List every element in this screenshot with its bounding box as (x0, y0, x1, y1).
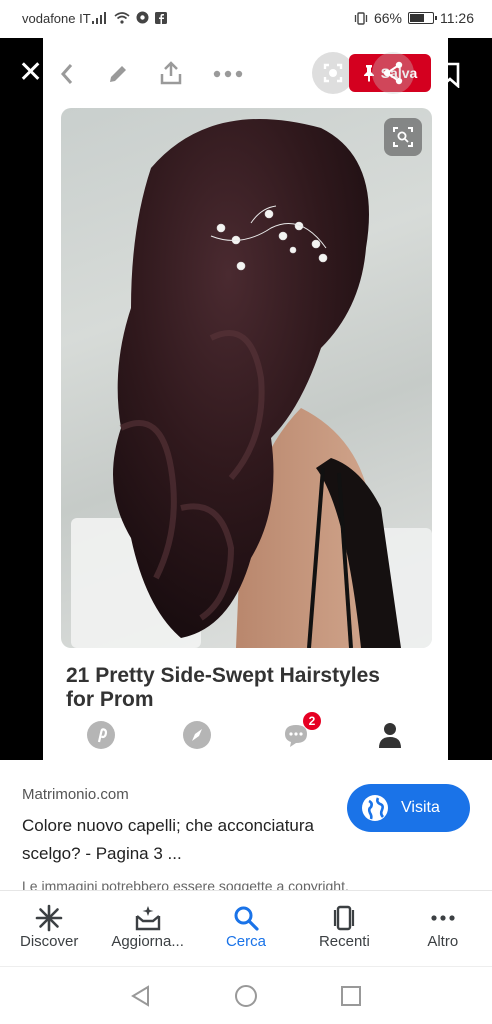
image-viewer: ✕ Salva 21 Pretty Side-Swept Hairstyles … (0, 38, 492, 760)
status-icons (92, 11, 167, 24)
system-home-icon[interactable] (234, 984, 258, 1008)
edit-icon (110, 66, 126, 82)
more-icon (431, 915, 455, 921)
nav-more[interactable]: Altro (394, 891, 492, 966)
recent-icon (334, 905, 355, 931)
notification-badge: 2 (303, 712, 321, 730)
result-description[interactable]: Colore nuovo capelli; che acconciatura s… (22, 812, 342, 868)
facebook-icon (155, 11, 167, 24)
wifi-icon (114, 11, 130, 24)
system-recents-icon[interactable] (340, 985, 362, 1007)
clock: 11:26 (440, 10, 474, 26)
signal-icon (92, 11, 106, 24)
share-icon (383, 61, 403, 85)
globe-icon (362, 795, 388, 821)
nav-search[interactable]: Cerca (197, 891, 295, 966)
system-nav-bar (0, 966, 492, 1024)
more-options-icon (213, 70, 243, 78)
visual-search-button[interactable] (384, 118, 422, 156)
status-right: 66% 11:26 (354, 10, 474, 26)
search-icon (234, 906, 259, 931)
app-notification-icon (136, 11, 149, 24)
nav-search-label: Cerca (225, 933, 266, 950)
system-back-icon[interactable] (130, 985, 152, 1007)
nav-updates[interactable]: Aggiorna... (98, 891, 196, 966)
lens-icon (323, 63, 343, 83)
share-button[interactable] (372, 52, 414, 94)
nav-recent-label: Recenti (318, 933, 370, 950)
profile-icon[interactable] (376, 720, 404, 750)
hair-photo (71, 119, 432, 648)
pin-title: 21 Pretty Side-Swept Hairstyles for Prom (66, 664, 380, 711)
nav-more-label: Altro (427, 933, 459, 950)
nav-updates-label: Aggiorna... (111, 933, 184, 950)
result-info: Matrimonio.com Colore nuovo capelli; che… (0, 760, 492, 890)
battery-icon (408, 12, 437, 24)
copyright-notice: Le immagini potrebbero essere soggette a… (22, 878, 349, 890)
visit-label: Visita (401, 799, 440, 816)
pinterest-home-icon[interactable] (86, 720, 116, 750)
share-upload-icon (160, 61, 182, 85)
bottom-nav: Discover Aggiorna... Cerca Recenti Altro (0, 890, 492, 966)
pin-image[interactable] (61, 108, 432, 648)
visual-search-icon (393, 127, 413, 147)
close-icon[interactable]: ✕ (18, 58, 43, 88)
screen: vodafone IT 66% 11:26 ✕ Salva 21 Pretty … (0, 0, 492, 1024)
vibrate-icon (354, 11, 368, 25)
nav-discover-label: Discover (20, 933, 79, 950)
source-site: Matrimonio.com (22, 786, 129, 803)
battery-percent: 66% (373, 10, 402, 26)
bookmark-icon[interactable] (439, 62, 461, 88)
visit-button[interactable]: Visita (347, 784, 470, 832)
status-bar: vodafone IT 66% 11:26 (0, 0, 492, 38)
nav-discover[interactable]: Discover (0, 891, 98, 966)
lens-button[interactable] (312, 52, 354, 94)
back-icon (60, 64, 73, 84)
updates-icon (135, 906, 160, 931)
nav-recent[interactable]: Recenti (295, 891, 393, 966)
carrier-name: vodafone IT (22, 11, 91, 26)
asterisk-icon (35, 904, 63, 932)
compass-icon[interactable] (182, 720, 212, 750)
